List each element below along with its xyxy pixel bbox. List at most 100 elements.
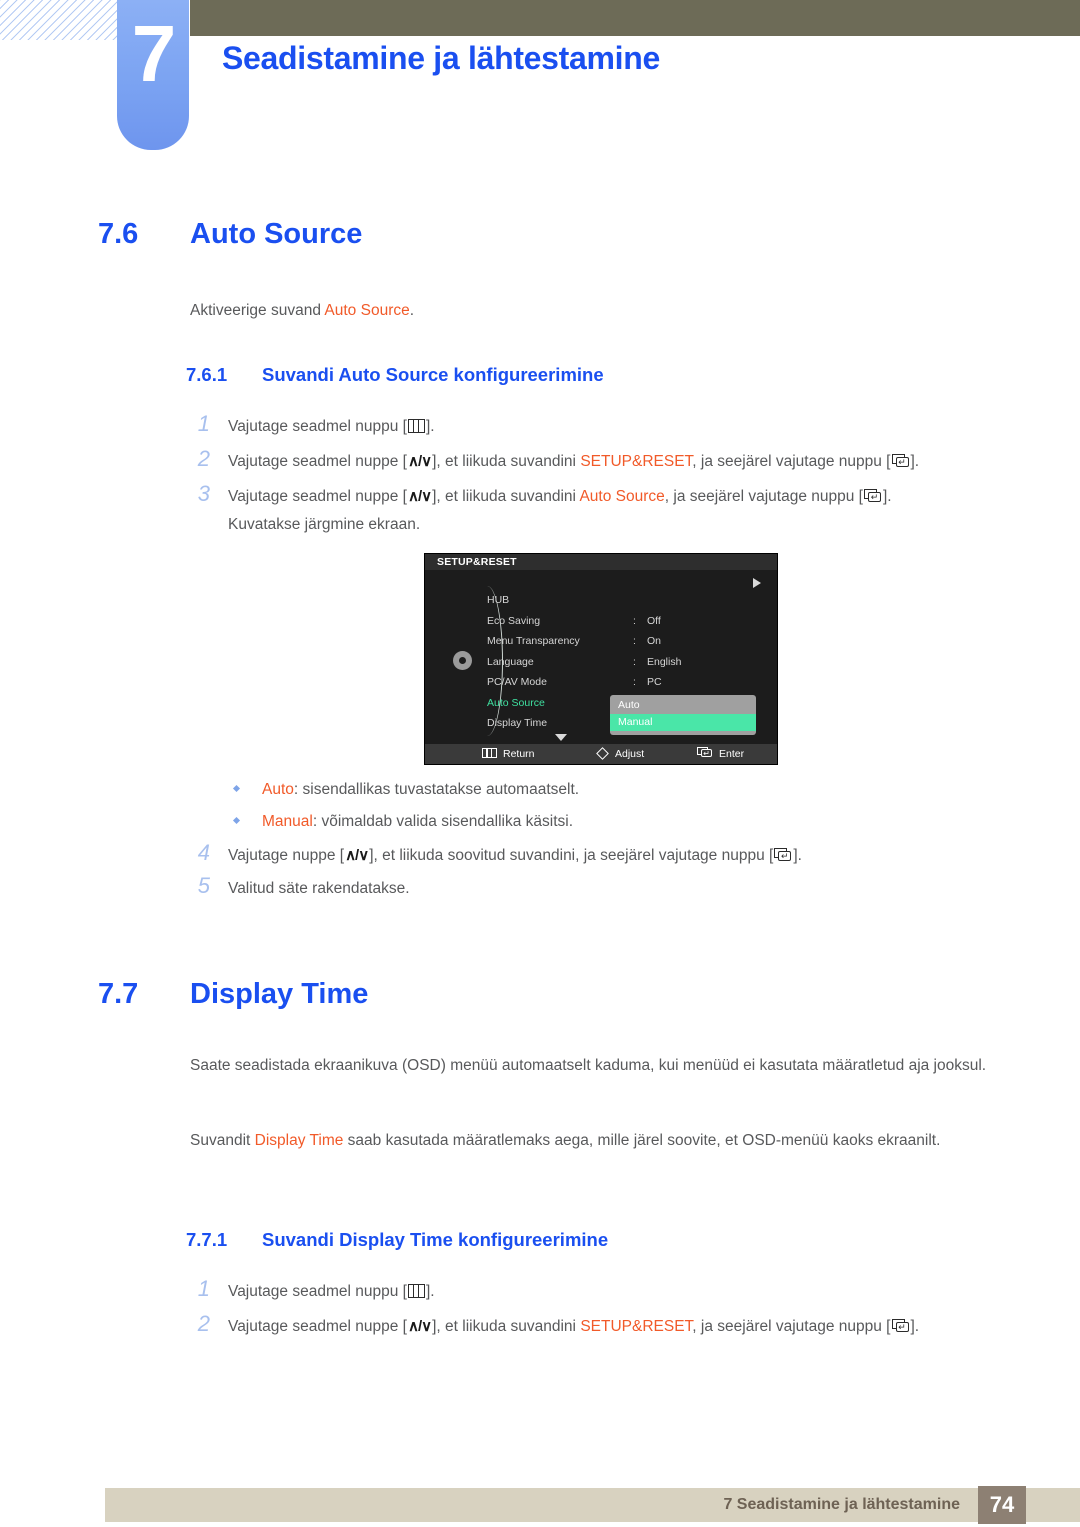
step-number: 2	[197, 1311, 210, 1336]
osd-dropdown: Auto Manual	[610, 695, 756, 735]
step-text: Vajutage seadmel nuppe [	[228, 488, 407, 505]
osd-row-colon: :	[633, 655, 636, 668]
step-number: 1	[197, 411, 210, 436]
page-number: 74	[978, 1486, 1026, 1524]
up-down-button-icon: ∧/∨	[345, 847, 369, 864]
step-item: 5 Valitud säte rakendatakse.	[198, 873, 1028, 903]
step-text: Vajutage nuppe [	[228, 847, 345, 864]
step-text-mid: ], et liikuda suvandini	[432, 488, 580, 505]
step-item: 4 Vajutage nuppe [∧/∨], et liikuda soovi…	[198, 840, 1028, 870]
osd-row-colon: :	[633, 614, 636, 627]
section-title: Auto Source	[190, 218, 363, 250]
osd-row: Language : English	[487, 652, 772, 673]
step-highlight: SETUP&RESET	[580, 453, 693, 470]
step-text-mid2: , ja seejärel vajutage nuppu [	[692, 453, 891, 470]
step-item: 1 Vajutage seadmel nuppu [].	[198, 411, 1008, 441]
osd-bottom-bar: Return Adjust ↵ Enter	[425, 744, 777, 764]
step-text: Vajutage seadmel nuppu [	[228, 418, 407, 435]
osd-row-label: Display Time	[487, 717, 548, 729]
bullet-dot-icon	[232, 816, 241, 825]
osd-row-label: Language	[487, 655, 534, 668]
intro-text-after: .	[409, 302, 415, 319]
osd-row-value: English	[647, 655, 682, 668]
paragraph-text-before: Suvandit	[190, 1132, 255, 1149]
step-number: 5	[197, 873, 210, 898]
osd-row: Eco Saving : Off	[487, 611, 772, 632]
subsection-number: 7.6.1	[186, 364, 228, 385]
bullet-dot-icon	[232, 784, 241, 793]
step-text-mid: ], et liikuda soovitud suvandini, ja see…	[369, 847, 774, 864]
osd-row-colon: :	[633, 676, 636, 688]
step-item: 2 Vajutage seadmel nuppe [∧/∨], et liiku…	[198, 1311, 1028, 1341]
step-text-end: ].	[793, 847, 802, 864]
step-highlight: SETUP&RESET	[580, 1318, 693, 1335]
osd-adjust-label: Adjust	[615, 748, 645, 760]
section-number: 7.6	[98, 218, 139, 250]
osd-row: HUB	[487, 590, 772, 611]
chapter-number: 7	[131, 9, 177, 98]
subsection-title: Suvandi Display Time konfigureerimine	[262, 1229, 609, 1250]
step-text-end: ].	[425, 418, 435, 435]
auto-source-intro: Aktiveerige suvand Auto Source.	[190, 297, 990, 324]
step-number: 4	[197, 840, 210, 865]
subsection-number: 7.7.1	[186, 1229, 228, 1250]
display-time-paragraph-2: Suvandit Display Time saab kasutada määr…	[190, 1127, 1010, 1154]
bullet-highlight: Auto	[262, 781, 294, 798]
enter-button-icon: ↵	[863, 489, 882, 503]
bullet-text: : sisendallikas tuvastatakse automaatsel…	[293, 781, 580, 798]
step-text-mid: ], et liikuda suvandini	[432, 453, 581, 470]
header-olive-bar	[190, 0, 1080, 36]
osd-row-label: Menu Transparency	[487, 635, 580, 647]
setup-gear-icon	[453, 651, 472, 670]
section-heading-auto-source: 7.6 Auto Source	[98, 218, 362, 251]
menu-button-icon	[407, 419, 425, 433]
osd-row: Menu Transparency : On	[487, 631, 772, 652]
paragraph-text-after: saab kasutada määratlemaks aega, mille j…	[343, 1132, 941, 1149]
step-text-line2: Kuvatakse järgmine ekraan.	[228, 516, 421, 533]
diamond-navigation-icon	[596, 747, 609, 760]
display-time-paragraph-1: Saate seadistada ekraanikuva (OSD) menüü…	[190, 1057, 987, 1074]
step-text-mid2: , ja seejärel vajutage nuppu [	[664, 488, 863, 505]
subsection-heading-7-7-1: 7.7.1 Suvandi Display Time konfigureerimi…	[186, 1229, 608, 1251]
osd-row-label: HUB	[487, 594, 510, 606]
step-item: 3 Vajutage seadmel nuppe [∧/∨], et liiku…	[198, 481, 1028, 539]
subsection-title: Suvandi Auto Source konfigureerimine	[262, 364, 604, 385]
osd-return-label: Return	[503, 748, 535, 760]
section-title: Display Time	[190, 978, 369, 1010]
step-highlight: Auto Source	[579, 488, 665, 505]
subsection-heading-7-6-1: 7.6.1 Suvandi Auto Source konfigureerimin…	[186, 364, 604, 386]
menu-button-icon	[482, 748, 497, 758]
intro-highlight: Auto Source	[324, 302, 410, 319]
step-text-mid: ], et liikuda suvandini	[432, 1318, 581, 1335]
menu-button-icon	[407, 1284, 425, 1298]
osd-scroll-down-icon	[555, 734, 567, 741]
osd-row-label: Auto Source	[487, 696, 545, 709]
step-text-end: ].	[910, 453, 920, 470]
paragraph-highlight: Display Time	[254, 1132, 344, 1149]
section-heading-display-time: 7.7 Display Time	[98, 978, 368, 1011]
bullet-highlight: Manual	[262, 813, 313, 830]
step-text: Vajutage seadmel nuppe [	[228, 1318, 407, 1335]
enter-button-icon: ↵	[891, 454, 910, 468]
osd-row-colon: :	[633, 635, 636, 647]
section-number: 7.7	[98, 978, 139, 1010]
osd-right-arrow-icon	[753, 578, 761, 588]
osd-enter-label: Enter	[719, 748, 745, 760]
osd-row-value: PC	[647, 676, 662, 688]
step-text: Vajutage seadmel nuppu [	[228, 1283, 407, 1300]
step-text: Valitud säte rakendatakse.	[228, 880, 410, 897]
osd-row-value: On	[647, 635, 662, 647]
step-number: 1	[197, 1276, 210, 1301]
footer-chapter-label: 7 Seadistamine ja lähtestamine	[723, 1496, 960, 1513]
step-text-end: ].	[882, 488, 892, 505]
step-number: 3	[197, 481, 210, 506]
step-item: 1 Vajutage seadmel nuppu [].	[198, 1276, 1028, 1306]
step-text-end: ].	[910, 1318, 920, 1335]
osd-return-action: Return	[482, 744, 535, 764]
enter-button-icon: ↵	[774, 848, 792, 862]
step-text-mid2: , ja seejärel vajutage nuppu [	[692, 1318, 891, 1335]
decorative-hatch-pattern	[0, 0, 122, 40]
osd-row-label: PC/AV Mode	[487, 676, 547, 688]
osd-row: PC/AV Mode : PC	[487, 672, 772, 693]
osd-menu-screenshot: SETUP&RESET HUB Eco Saving : Off Menu Tr…	[424, 553, 778, 765]
